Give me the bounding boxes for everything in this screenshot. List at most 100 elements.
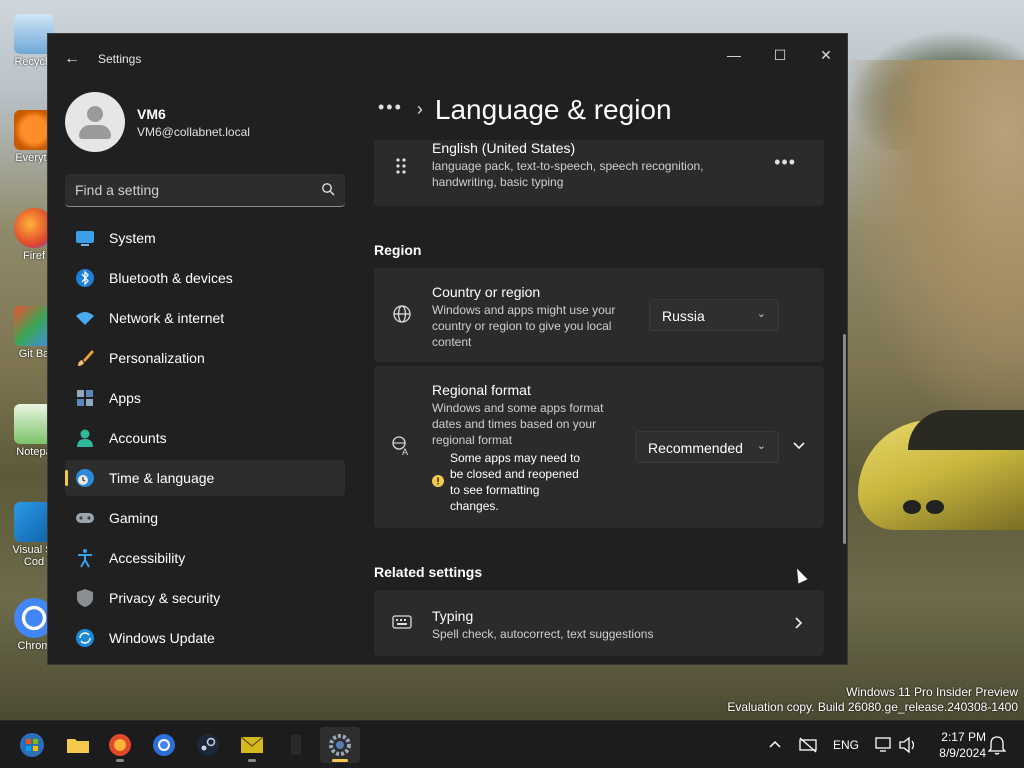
sidebar-item-bluetooth[interactable]: Bluetooth & devices [65, 260, 345, 296]
globe-icon [393, 305, 411, 323]
close-button[interactable]: ✕ [803, 40, 847, 70]
notification-bell-icon[interactable] [988, 735, 1006, 755]
avatar-shoulders-shape [79, 125, 111, 139]
drag-handle-icon[interactable] [394, 156, 408, 176]
language-features-line-1: language pack, text-to-speech, speech re… [432, 159, 704, 173]
windows-logo-icon [20, 733, 44, 757]
sidebar-item-label: Network & internet [109, 310, 225, 326]
sidebar-item-label: System [109, 230, 156, 246]
user-name: VM6 [137, 106, 166, 122]
title-bar[interactable]: ← Settings — ☐ ✕ [48, 34, 847, 82]
country-title: Country or region [432, 284, 541, 300]
sidebar-item-network[interactable]: Network & internet [65, 300, 345, 336]
display-icon[interactable] [874, 736, 894, 754]
taskbar-steam[interactable] [188, 727, 228, 763]
accessibility-icon [78, 549, 92, 568]
format-warning-line-1: Some apps may need to [450, 451, 581, 465]
language-card[interactable]: English (United States) language pack, t… [374, 140, 824, 206]
apps-icon [77, 390, 93, 406]
sidebar-item-label: Bluetooth & devices [109, 270, 233, 286]
sidebar-item-accounts[interactable]: Accounts [65, 420, 345, 456]
bluetooth-icon [76, 269, 94, 287]
maximize-button[interactable]: ☐ [757, 40, 803, 70]
chevron-down-icon: ⌄ [756, 308, 766, 320]
chevron-up-icon[interactable] [768, 739, 782, 749]
back-arrow-icon[interactable]: ← [64, 50, 82, 68]
search-box[interactable] [65, 174, 345, 207]
language-title: English (United States) [432, 140, 576, 156]
sidebar-item-label: Accessibility [109, 550, 186, 566]
format-warning-line-4: changes. [450, 499, 499, 513]
firefox-icon [109, 734, 131, 756]
chrome-icon [153, 734, 175, 756]
format-dropdown[interactable]: Recommended ⌄ [635, 431, 779, 463]
format-warning-line-3: to see formatting [450, 483, 540, 497]
sidebar-item-gaming[interactable]: Gaming [65, 500, 345, 536]
clock[interactable]: 2:17 PM 8/9/2024 [926, 729, 986, 761]
gamepad-icon [76, 513, 94, 523]
sidebar-item-label: Personalization [109, 350, 205, 366]
svg-text:A: A [402, 447, 408, 456]
country-region-card: Country or region Windows and apps might… [374, 268, 824, 362]
language-indicator[interactable]: ENG [833, 738, 859, 752]
sidebar-item-label: Time & language [109, 470, 215, 486]
chevron-right-icon [795, 617, 803, 629]
sidebar-item-windows-update[interactable]: Windows Update [65, 620, 345, 656]
typing-card[interactable]: Typing Spell check, autocorrect, text su… [374, 590, 824, 656]
country-dropdown[interactable]: Russia ⌄ [649, 299, 779, 331]
regional-format-icon: A [392, 436, 408, 456]
start-button[interactable] [12, 727, 52, 763]
sidebar-item-system[interactable]: System [65, 220, 345, 256]
taskbar-chrome[interactable] [144, 727, 184, 763]
expand-chevron-icon[interactable] [792, 441, 806, 451]
watermark-line-2: Evaluation copy. Build 26080.ge_release.… [727, 700, 1018, 714]
network-disconnected-icon[interactable] [798, 736, 818, 754]
sidebar-item-privacy[interactable]: Privacy & security [65, 580, 345, 616]
taskbar-firefox[interactable] [100, 727, 140, 763]
person-icon [77, 429, 93, 447]
format-desc-line-1: Windows and some apps format [432, 401, 604, 415]
taskbar-mail[interactable] [232, 727, 272, 763]
sidebar-item-apps[interactable]: Apps [65, 380, 345, 416]
chevron-down-icon: ⌄ [756, 440, 766, 452]
envelope-icon [240, 736, 264, 753]
sidebar-item-time-language[interactable]: Time & language [65, 460, 345, 496]
wifi-icon [76, 312, 94, 325]
typing-subtitle: Spell check, autocorrect, text suggestio… [432, 627, 654, 641]
breadcrumb-more-button[interactable]: ••• [378, 97, 403, 117]
volume-icon[interactable] [898, 736, 918, 754]
window-title: Settings [98, 52, 142, 66]
country-desc-line-3: content [432, 335, 472, 349]
running-indicator [332, 759, 348, 762]
region-section-title: Region [374, 242, 422, 258]
nav-list: System Bluetooth & devices Network & int… [65, 220, 345, 660]
gear-icon [329, 734, 351, 756]
language-more-button[interactable]: ••• [774, 152, 796, 173]
clock-date: 8/9/2024 [939, 746, 986, 760]
evaluation-watermark: Windows 11 Pro Insider Preview Evaluatio… [727, 685, 1018, 715]
search-icon[interactable] [321, 182, 335, 196]
taskbar-terminal[interactable] [276, 727, 316, 763]
sidebar-item-personalization[interactable]: Personalization [65, 340, 345, 376]
sidebar: VM6 VM6@collabnet.local System Bluetooth… [48, 82, 358, 664]
terminal-icon [291, 735, 301, 755]
regional-format-card[interactable]: A Regional format Windows and some apps … [374, 366, 824, 528]
wallpaper-hill [848, 60, 1024, 420]
page-title: Language & region [434, 94, 672, 125]
taskbar-settings[interactable] [320, 727, 360, 763]
sidebar-item-accessibility[interactable]: Accessibility [65, 540, 345, 576]
country-desc-line-2: country or region to give you local [432, 319, 612, 333]
format-title: Regional format [432, 382, 531, 398]
search-input[interactable] [75, 180, 305, 200]
update-icon [76, 629, 94, 647]
monitor-icon [76, 231, 94, 246]
clock-globe-icon [76, 469, 94, 487]
running-indicator [248, 759, 256, 762]
avatar[interactable] [65, 92, 125, 152]
related-section-title: Related settings [374, 564, 483, 580]
wallpaper-car [848, 400, 1024, 550]
minimize-button[interactable]: — [711, 40, 757, 70]
content-scrollbar[interactable] [843, 334, 846, 544]
taskbar-file-explorer[interactable] [58, 727, 98, 763]
taskbar: ENG 2:17 PM 8/9/2024 [0, 720, 1024, 768]
